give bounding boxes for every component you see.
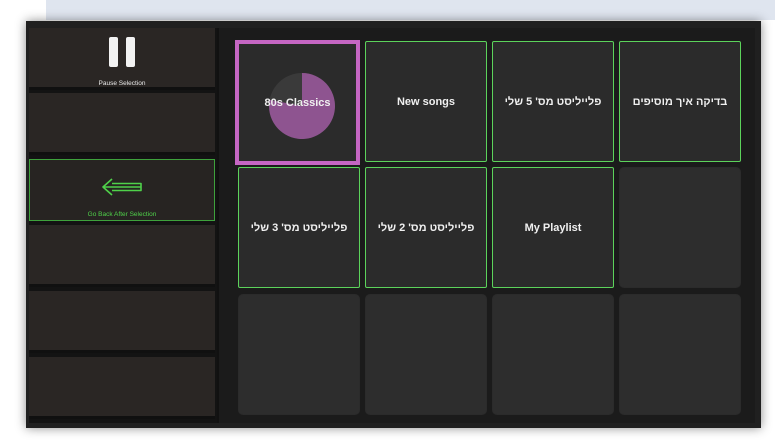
go-back-label: Go Back After Selection — [87, 211, 157, 218]
sidebar-slot-empty — [29, 93, 215, 155]
app-window: Pause Selection Go Back After Selection … — [29, 28, 755, 423]
go-back-after-selection-button[interactable]: Go Back After Selection — [29, 159, 215, 221]
tile-label: פלייליסט מס' 2 שלי — [377, 221, 475, 234]
playlist-tile-3[interactable]: פלייליסט מס' 3 שלי — [238, 167, 360, 288]
empty-tile — [619, 294, 741, 415]
playlist-tile-5[interactable]: פלייליסט מס' 5 שלי — [492, 41, 614, 162]
playlist-tile-test[interactable]: בדיקה איך מוסיפים — [619, 41, 741, 162]
playlist-tile-2[interactable]: פלייליסט מס' 2 שלי — [365, 167, 487, 288]
tile-label: New songs — [396, 95, 456, 108]
tile-label: בדיקה איך מוסיפים — [632, 95, 728, 108]
empty-tile — [365, 294, 487, 415]
arrow-left-icon — [102, 178, 142, 196]
playlist-grid: 80s Classics New songs פלייליסט מס' 5 של… — [235, 40, 749, 420]
tile-label: פלייליסט מס' 3 שלי — [250, 221, 348, 234]
tile-label: 80s Classics — [264, 96, 331, 109]
sidebar: Pause Selection Go Back After Selection — [29, 28, 219, 423]
sidebar-slot-empty — [29, 291, 215, 353]
sidebar-slot-empty — [29, 225, 215, 287]
playlist-tile-my-playlist[interactable]: My Playlist — [492, 167, 614, 288]
sidebar-slot-empty — [29, 357, 215, 419]
tile-label: פלייליסט מס' 5 שלי — [504, 95, 602, 108]
pause-selection-button[interactable]: Pause Selection — [29, 28, 215, 90]
pause-icon — [107, 37, 137, 67]
empty-tile — [492, 294, 614, 415]
tile-label: My Playlist — [524, 221, 582, 234]
playlist-tile-80s-classics[interactable]: 80s Classics — [235, 40, 360, 165]
window-top-strip — [46, 0, 775, 20]
empty-tile — [238, 294, 360, 415]
empty-tile — [619, 167, 741, 288]
pause-selection-label: Pause Selection — [98, 80, 146, 87]
playlist-tile-new-songs[interactable]: New songs — [365, 41, 487, 162]
